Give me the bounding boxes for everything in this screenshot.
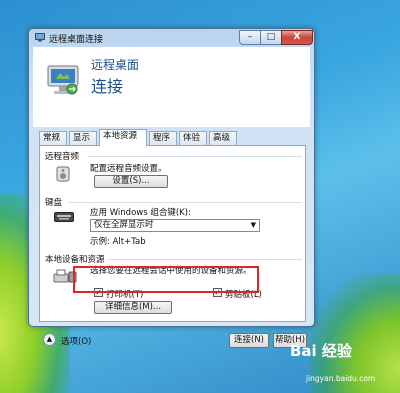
tab-local-resources[interactable]: 本地资源: [99, 129, 147, 146]
keyboard-icon: [54, 212, 74, 222]
keyboard-description: 应用 Windows 组合键(K):: [90, 208, 191, 218]
options-label[interactable]: 选项(O): [61, 335, 91, 347]
tab-experience[interactable]: 体验: [179, 131, 207, 145]
close-button[interactable]: X: [281, 30, 313, 45]
devices-divider: [108, 259, 302, 260]
header-banner: 远程桌面 连接: [33, 47, 310, 127]
keyboard-select-value: 仅在全屏显示时: [94, 220, 154, 230]
remote-desktop-icon: [47, 65, 79, 95]
keyboard-divider: [68, 202, 302, 203]
window-title: 远程桌面连接: [49, 35, 104, 45]
audio-settings-button[interactable]: 设置(S)...: [94, 175, 168, 188]
speaker-icon: [56, 166, 70, 182]
details-button[interactable]: 详细信息(M)...: [94, 301, 172, 314]
keyboard-example: 示例: Alt+Tab: [90, 237, 146, 247]
minimize-button[interactable]: –: [239, 30, 261, 45]
keyboard-section-title: 键盘: [45, 198, 63, 208]
maximize-button[interactable]: □: [260, 30, 282, 45]
audio-section-title: 远程音频: [45, 152, 80, 162]
watermark-url: jingyan.baidu.com: [306, 374, 376, 383]
audio-description: 配置远程音频设置。: [90, 164, 167, 174]
local-resources-panel: 远程音频 配置远程音频设置。 设置(S)... 键盘 应用 Windows 组合…: [39, 145, 306, 322]
title-bar[interactable]: 远程桌面连接 – □ X: [29, 29, 314, 47]
tab-display[interactable]: 显示: [69, 131, 97, 145]
watermark-logo: Bai 经验: [290, 342, 352, 360]
tab-general[interactable]: 常规: [39, 131, 67, 145]
keyboard-combination-select[interactable]: 仅在全屏显示时 ▼: [90, 219, 260, 232]
chevron-down-icon: ▼: [250, 221, 256, 229]
highlight-annotation: [73, 266, 259, 293]
connect-button[interactable]: 连接(N): [229, 333, 269, 348]
tab-advanced[interactable]: 高级: [209, 131, 237, 145]
header-title-secondary: 连接: [91, 77, 124, 96]
footer-bar: ▲ 选项(O) 连接(N) 帮助(H): [33, 327, 310, 353]
chevron-up-icon[interactable]: ▲: [43, 333, 56, 346]
tab-programs[interactable]: 程序: [149, 131, 177, 145]
header-title-primary: 远程桌面: [91, 58, 140, 72]
audio-divider: [88, 156, 302, 157]
app-icon: [35, 33, 45, 42]
